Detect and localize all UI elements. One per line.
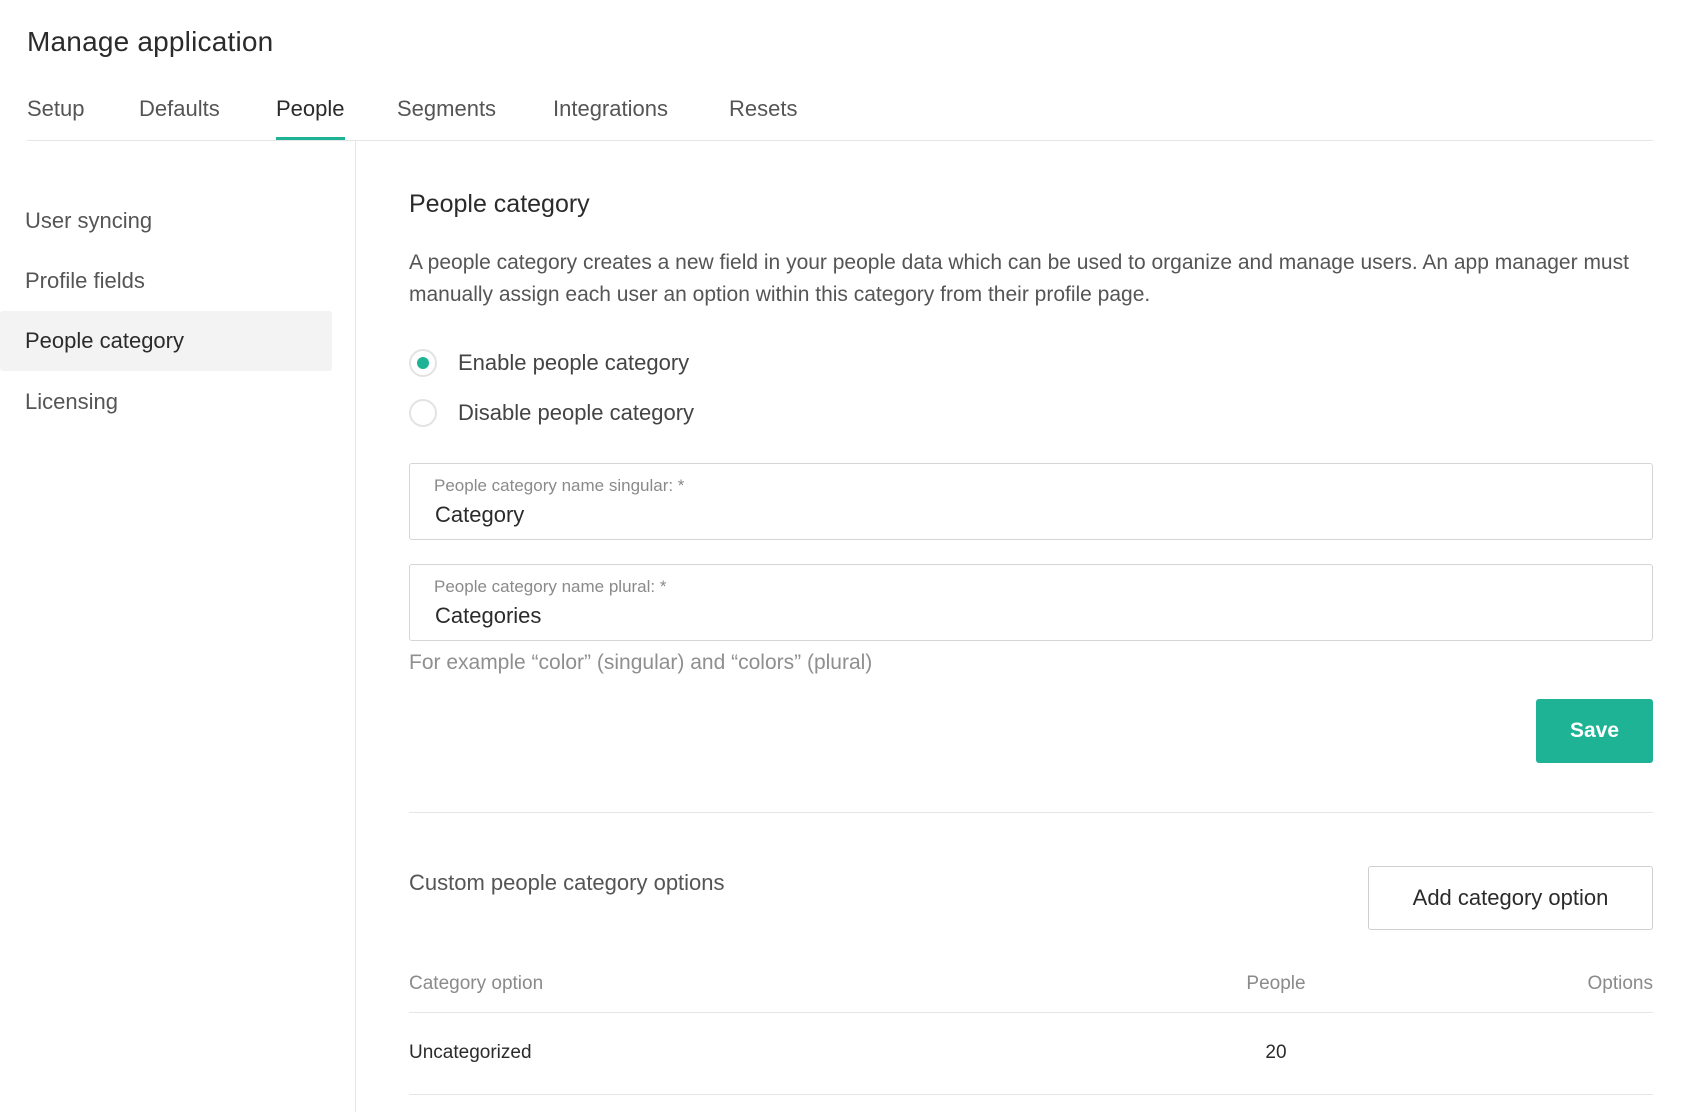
tab-integrations[interactable]: Integrations (553, 96, 668, 140)
save-button[interactable]: Save (1536, 699, 1653, 763)
radio-label-enable: Enable people category (458, 350, 690, 375)
tab-people[interactable]: People (276, 96, 345, 140)
table-row-divider (409, 1094, 1653, 1095)
sidebar-item-user-syncing[interactable]: User syncing (0, 191, 332, 251)
plural-name-value[interactable]: Categories (435, 603, 541, 629)
tab-defaults[interactable]: Defaults (139, 96, 220, 140)
options-section-title: Custom people category options (409, 870, 725, 895)
enable-people-category-radio[interactable]: Enable people category (409, 346, 689, 380)
tab-bar: Setup Defaults People Segments Integrati… (27, 90, 1653, 141)
tab-setup[interactable]: Setup (27, 96, 85, 140)
sidebar-item-people-category[interactable]: People category (0, 311, 332, 371)
sidebar-item-profile-fields[interactable]: Profile fields (0, 251, 332, 311)
section-description: A people category creates a new field in… (409, 251, 1629, 306)
column-header-people: People (1246, 973, 1306, 994)
radio-checked-icon (409, 349, 437, 377)
column-header-options: Options (1587, 973, 1653, 994)
section-divider (409, 812, 1653, 813)
singular-name-field[interactable]: People category name singular: * Categor… (409, 463, 1653, 540)
row-people-count: 20 (1265, 1042, 1287, 1063)
row-category-option: Uncategorized (409, 1042, 532, 1063)
singular-name-value[interactable]: Category (435, 502, 524, 528)
section-title: People category (409, 190, 590, 218)
sidebar-divider (355, 140, 356, 1112)
field-hint: For example “color” (singular) and “colo… (409, 651, 873, 674)
tab-segments[interactable]: Segments (397, 96, 496, 140)
disable-people-category-radio[interactable]: Disable people category (409, 396, 694, 430)
radio-label-disable: Disable people category (458, 400, 695, 425)
plural-name-field[interactable]: People category name plural: * Categorie… (409, 564, 1653, 641)
add-category-option-button[interactable]: Add category option (1368, 866, 1653, 930)
radio-unchecked-icon (409, 399, 437, 427)
column-header-category-option: Category option (409, 973, 544, 994)
singular-name-label: People category name singular: * (434, 476, 685, 495)
table-header-divider (409, 1012, 1653, 1013)
tab-resets[interactable]: Resets (729, 96, 797, 140)
sidebar-item-licensing[interactable]: Licensing (0, 372, 332, 432)
page-title: Manage application (27, 26, 274, 57)
plural-name-label: People category name plural: * (434, 577, 667, 596)
